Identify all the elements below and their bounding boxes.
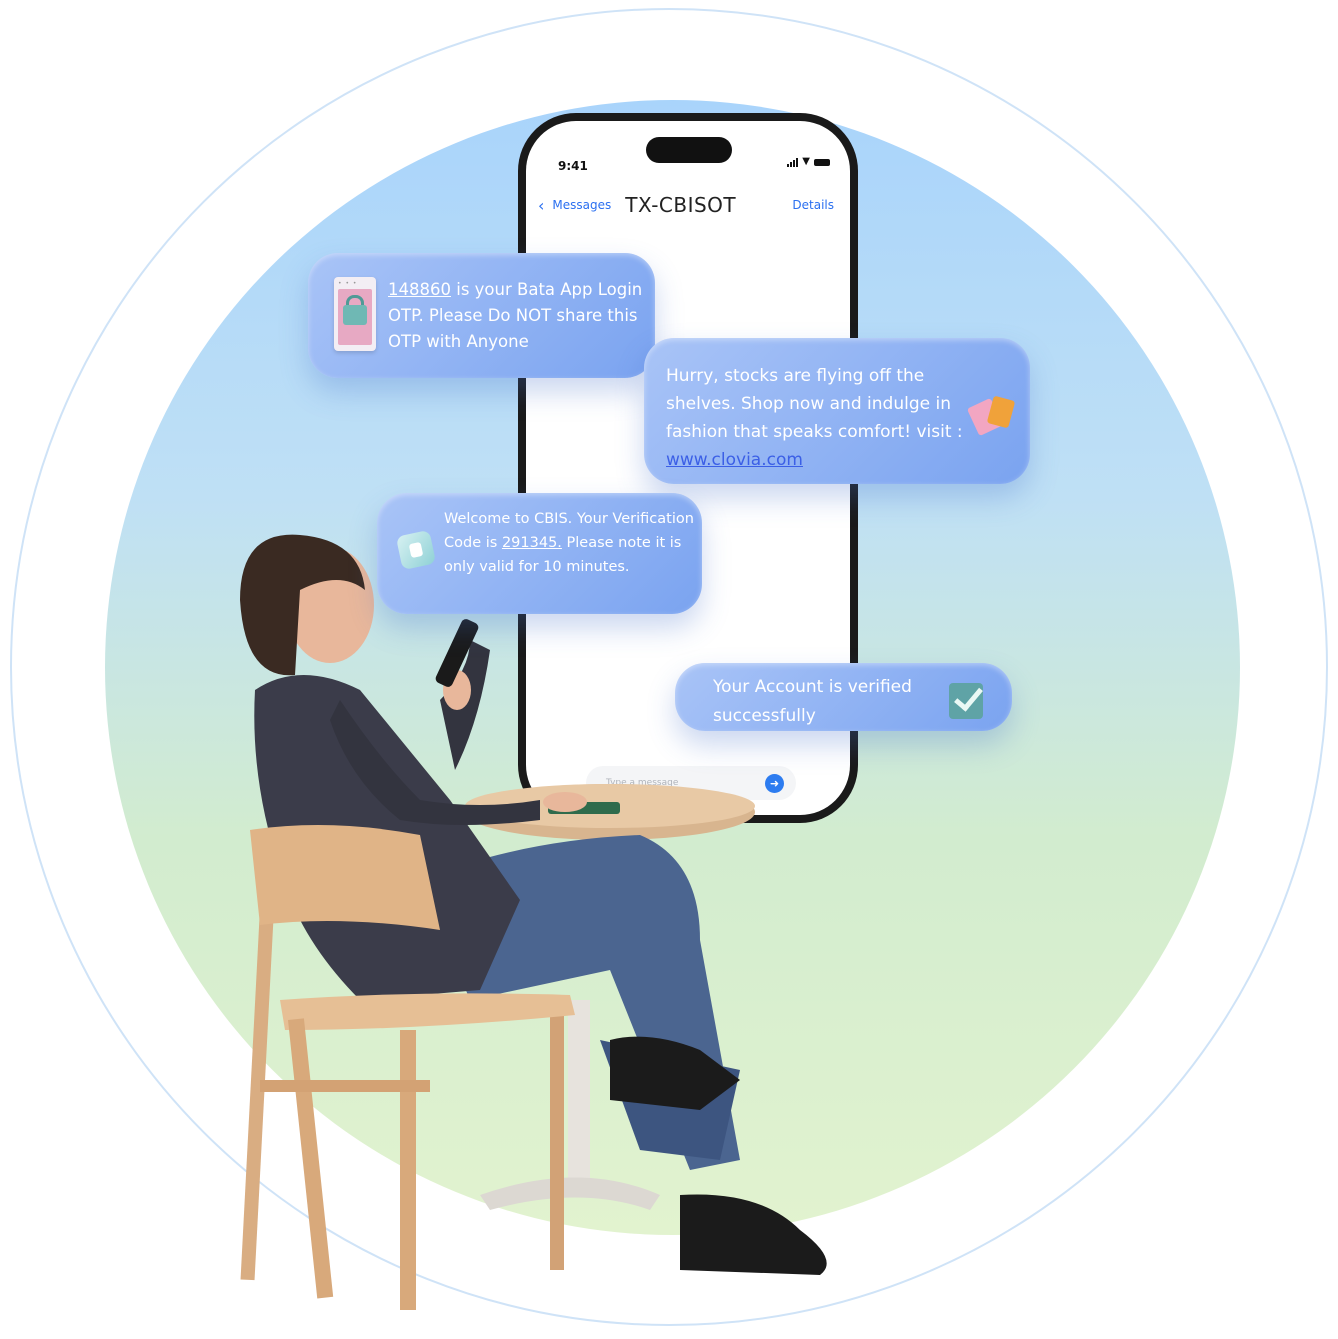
message-text: 148860 is your Bata App Login OTP. Pleas… <box>388 277 648 355</box>
lock-icon: • • • <box>334 277 376 351</box>
shopping-tag-icon <box>966 388 1020 438</box>
message-bubble-otp: • • • 148860 is your Bata App Login OTP.… <box>308 253 655 378</box>
website-link[interactable]: www.clovia.com <box>666 450 803 470</box>
checkmark-icon <box>949 683 983 719</box>
person-illustration <box>240 534 827 1310</box>
chair-seat <box>280 993 575 1030</box>
message-bubble-verified: Your Account is verified successfully <box>675 663 1012 731</box>
table-leg <box>568 1000 590 1190</box>
message-text: Welcome to CBIS. Your Verification Code … <box>444 507 696 579</box>
message-text: Hurry, stocks are flying off the shelves… <box>666 362 966 474</box>
message-text: Your Account is verified successfully <box>713 677 912 726</box>
chair-back <box>250 825 440 930</box>
message-text-body: Hurry, stocks are flying off the shelves… <box>666 366 963 442</box>
shoe <box>680 1194 827 1275</box>
otp-code-link[interactable]: 148860 <box>388 280 451 299</box>
table-base <box>480 1177 660 1210</box>
unlock-icon <box>395 529 437 571</box>
message-bubble-verification: Welcome to CBIS. Your Verification Code … <box>377 493 702 614</box>
message-bubble-promo: Hurry, stocks are flying off the shelves… <box>644 338 1030 484</box>
verification-code-link[interactable]: 291345. <box>502 535 562 551</box>
